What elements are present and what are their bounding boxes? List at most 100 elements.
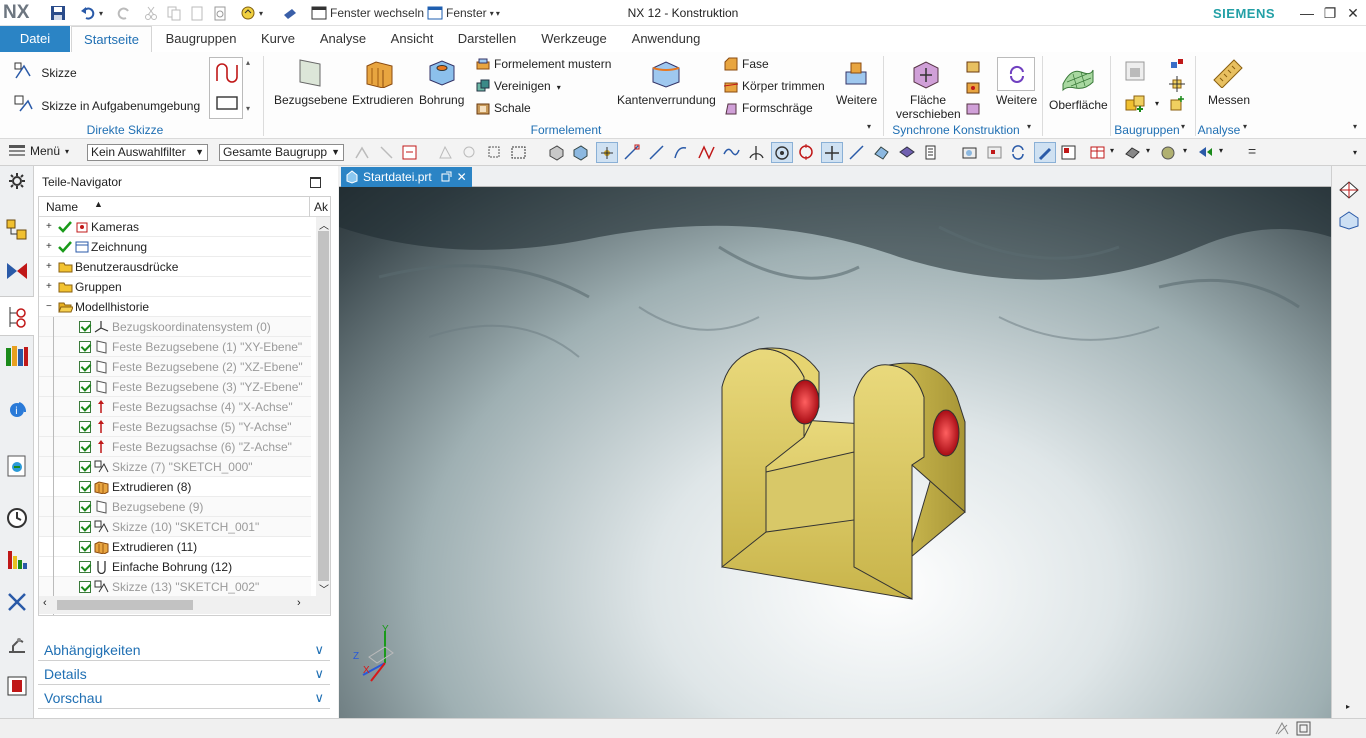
more-sync-box[interactable] bbox=[997, 57, 1035, 91]
robot-arm-icon[interactable] bbox=[5, 632, 29, 656]
tab-kurve[interactable]: Kurve bbox=[253, 26, 303, 52]
trim-body-button[interactable]: Körper trimmen bbox=[724, 79, 825, 93]
hole-button[interactable]: Bohrung bbox=[419, 93, 464, 107]
paste-button[interactable] bbox=[189, 4, 208, 22]
expand-toggle[interactable]: + bbox=[46, 242, 55, 252]
collapse-toggle[interactable]: − bbox=[46, 302, 55, 312]
gallery-scroll-down[interactable]: ▾ bbox=[246, 104, 250, 113]
tree-row[interactable]: + Zeichnung bbox=[39, 237, 311, 257]
tab-anwendung[interactable]: Anwendung bbox=[624, 26, 708, 52]
accordion-preview[interactable]: Vorschau ∨ bbox=[38, 687, 330, 709]
sketch-view-icon[interactable] bbox=[1060, 144, 1077, 161]
visibility-checkbox[interactable] bbox=[79, 561, 91, 573]
minimize-button[interactable]: — bbox=[1297, 3, 1317, 23]
tree-row[interactable]: Feste Bezugsebene (2) "XZ-Ebene" bbox=[39, 357, 311, 377]
render-style-icon[interactable] bbox=[1124, 144, 1141, 161]
horizontal-scroll-thumb[interactable] bbox=[57, 600, 193, 610]
switch-window-button[interactable]: Fenster wechseln bbox=[311, 4, 424, 22]
scroll-left-arrow[interactable]: ‹ bbox=[43, 597, 47, 609]
visibility-checkbox[interactable] bbox=[79, 321, 91, 333]
bounded-grid-icon[interactable] bbox=[873, 144, 890, 161]
assembly-constraint-icon[interactable] bbox=[1169, 56, 1185, 72]
feature-group-menu[interactable]: ▾ bbox=[867, 122, 871, 131]
tree-row[interactable]: Feste Bezugsebene (3) "YZ-Ebene" bbox=[39, 377, 311, 397]
move-face-button[interactable]: Fläche bbox=[910, 93, 946, 107]
unite-button[interactable]: Vereinigen ▾ bbox=[476, 79, 561, 95]
chamfer-button[interactable]: Fase bbox=[724, 57, 769, 71]
tree-row[interactable]: Skizze (7) "SKETCH_000" bbox=[39, 457, 311, 477]
sphere-dropdown[interactable]: ▾ bbox=[1183, 146, 1187, 155]
view-orient-icon[interactable] bbox=[961, 144, 978, 161]
select-face-icon[interactable] bbox=[437, 144, 454, 161]
scroll-right-arrow[interactable]: › bbox=[297, 597, 301, 609]
tree-row[interactable]: Feste Bezugsachse (6) "Z-Achse" bbox=[39, 437, 311, 457]
hd3d-tools-icon[interactable]: i bbox=[5, 398, 29, 422]
redo-button[interactable] bbox=[116, 4, 135, 22]
tab-werkzeuge[interactable]: Werkzeuge bbox=[535, 26, 613, 52]
visibility-checkbox[interactable] bbox=[79, 381, 91, 393]
checkmark-icon[interactable] bbox=[58, 220, 72, 234]
tree-row[interactable]: Feste Bezugsebene (1) "XY-Ebene" bbox=[39, 337, 311, 357]
copy-button[interactable] bbox=[166, 4, 185, 22]
add-component-icon[interactable] bbox=[1124, 92, 1146, 114]
tree-row[interactable]: Extrudieren (11) bbox=[39, 537, 311, 557]
column-ak-header[interactable]: Ak bbox=[314, 200, 328, 214]
accordion-details[interactable]: Details ∨ bbox=[38, 663, 330, 685]
tree-row[interactable]: Einfache Bohrung (12) bbox=[39, 557, 311, 577]
tree-row[interactable]: Feste Bezugsachse (5) "Y-Achse" bbox=[39, 417, 311, 437]
checkmark-icon[interactable] bbox=[58, 240, 72, 254]
snap-point-active[interactable] bbox=[596, 142, 618, 163]
paste-special-button[interactable] bbox=[212, 4, 231, 22]
ribbon-overflow[interactable]: ▾ bbox=[1353, 122, 1357, 131]
tree-row[interactable]: − Modellhistorie bbox=[39, 297, 311, 317]
full-screen-icon[interactable] bbox=[1296, 721, 1311, 736]
system-materials-icon[interactable] bbox=[5, 674, 29, 698]
point-on-face-icon[interactable] bbox=[848, 144, 865, 161]
tab-darstellen[interactable]: Darstellen bbox=[450, 26, 524, 52]
expand-toggle[interactable]: + bbox=[46, 282, 55, 292]
history-clock-icon[interactable] bbox=[5, 506, 29, 530]
datum-plane-button[interactable]: Bezugsebene bbox=[274, 93, 347, 107]
trimetric-view-icon[interactable] bbox=[1338, 208, 1360, 230]
solid-body-icon[interactable] bbox=[548, 144, 565, 161]
visibility-checkbox[interactable] bbox=[79, 521, 91, 533]
draft-button[interactable]: Formschräge bbox=[724, 101, 813, 115]
shaded-body-icon[interactable] bbox=[572, 144, 589, 161]
menu-button[interactable]: Menü ▾ bbox=[8, 144, 69, 158]
restore-button[interactable]: ❐ bbox=[1320, 3, 1340, 23]
scroll-down-arrow[interactable]: ﹀ bbox=[319, 581, 329, 596]
selection-status-icon[interactable] bbox=[1275, 721, 1290, 736]
more-sync-button[interactable]: Weitere bbox=[996, 93, 1037, 107]
end-point-icon[interactable] bbox=[623, 144, 640, 161]
tree-row[interactable]: Extrudieren (8) bbox=[39, 477, 311, 497]
tree-row[interactable]: Skizze (13) "SKETCH_002" bbox=[39, 577, 311, 597]
web-browser-icon[interactable] bbox=[5, 454, 29, 478]
undo-button[interactable]: ▾ bbox=[80, 4, 103, 22]
constraint-navigator-icon[interactable] bbox=[5, 259, 29, 283]
settings-gear-icon[interactable] bbox=[8, 172, 26, 190]
analysis-group-menu[interactable]: ▾ bbox=[1243, 122, 1247, 131]
expand-toggle[interactable]: + bbox=[46, 222, 55, 232]
visibility-checkbox[interactable] bbox=[79, 401, 91, 413]
visibility-checkbox[interactable] bbox=[79, 341, 91, 353]
point-on-curve-icon[interactable] bbox=[798, 144, 815, 161]
vertical-scroll-thumb[interactable] bbox=[318, 231, 329, 581]
tree-row[interactable]: + Benutzerausdrücke bbox=[39, 257, 311, 277]
touch-mode-button[interactable] bbox=[282, 4, 301, 22]
edge-blend-button[interactable]: Kantenverrundung bbox=[617, 93, 716, 107]
scroll-up-arrow[interactable]: ︿ bbox=[319, 217, 329, 232]
tree-row[interactable]: Bezugsebene (9) bbox=[39, 497, 311, 517]
visibility-checkbox[interactable] bbox=[79, 421, 91, 433]
pattern-feature-button[interactable]: Formelement mustern bbox=[476, 57, 611, 71]
tree-row[interactable]: + Kameras bbox=[39, 217, 311, 237]
tab-baugruppen[interactable]: Baugruppen bbox=[158, 26, 244, 52]
new-component-icon[interactable] bbox=[1169, 96, 1185, 112]
isometric-view-icon[interactable] bbox=[1338, 178, 1360, 200]
manufacturing-wizard-icon[interactable] bbox=[5, 590, 29, 614]
extrude-button[interactable]: Extrudieren bbox=[352, 93, 413, 107]
tab-datei[interactable]: Datei bbox=[0, 26, 70, 52]
assembly-load-icon[interactable] bbox=[1124, 60, 1146, 82]
visibility-icon[interactable] bbox=[1197, 144, 1214, 161]
visibility-checkbox[interactable] bbox=[79, 441, 91, 453]
measure-button[interactable]: Messen bbox=[1208, 93, 1250, 107]
